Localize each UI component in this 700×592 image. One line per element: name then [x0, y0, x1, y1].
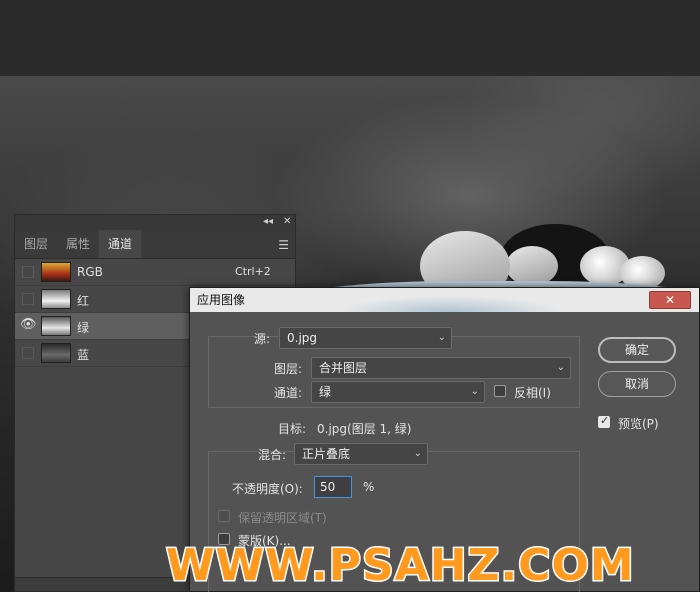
invert-label[interactable]: 反相(I)	[514, 384, 551, 401]
layer-label: 图层:	[274, 362, 303, 376]
layer-select[interactable]: 合并图层 ⌄	[311, 357, 571, 379]
target-value: 0.jpg(图层 1, 绿)	[317, 422, 412, 436]
channel-name: 红	[77, 294, 90, 308]
panel-header-strip: ◂◂ ✕	[15, 215, 295, 231]
collapse-icon[interactable]: ◂◂	[263, 216, 273, 227]
channel-thumbnail	[41, 343, 71, 363]
channel-thumbnail	[41, 289, 71, 309]
opacity-unit: %	[363, 480, 375, 494]
cancel-button[interactable]: 取消	[598, 371, 676, 397]
channel-value: 绿	[319, 385, 332, 399]
preserve-transparency-checkbox[interactable]	[218, 510, 230, 522]
channel-thumbnail	[41, 316, 71, 336]
source-select[interactable]: 0.jpg ⌄	[279, 327, 452, 349]
chevron-down-icon: ⌄	[556, 362, 565, 373]
opacity-input[interactable]: 50	[314, 476, 352, 498]
close-button[interactable]: ✕	[649, 291, 691, 309]
eye-icon[interactable]: 👁	[20, 317, 37, 332]
tab-properties[interactable]: 属性	[57, 230, 99, 258]
source-label: 源:	[254, 332, 271, 346]
panel-menu-icon[interactable]: ☰	[278, 238, 289, 252]
channel-name: 蓝	[77, 348, 90, 362]
tab-layers[interactable]: 图层	[15, 230, 57, 258]
preview-label[interactable]: 预览(P)	[618, 415, 659, 432]
channel-select[interactable]: 绿 ⌄	[311, 381, 485, 403]
blend-select[interactable]: 正片叠底 ⌄	[294, 443, 428, 465]
tab-channels[interactable]: 通道	[99, 230, 142, 258]
blend-value: 正片叠底	[302, 447, 351, 461]
visibility-toggle[interactable]	[22, 266, 34, 278]
channel-name: RGB	[77, 265, 103, 279]
photo-face	[506, 246, 558, 286]
chevron-down-icon: ⌄	[413, 448, 422, 459]
workspace-top-area	[0, 0, 700, 76]
close-icon[interactable]: ✕	[283, 216, 291, 227]
visibility-toggle[interactable]	[22, 347, 34, 359]
channel-row-rgb[interactable]: RGB Ctrl+2	[15, 259, 295, 286]
dialog-titlebar[interactable]: 应用图像 ✕	[190, 288, 699, 312]
channel-thumbnail	[41, 262, 71, 282]
layer-value: 合并图层	[319, 361, 368, 375]
chevron-down-icon: ⌄	[437, 332, 446, 343]
opacity-label: 不透明度(O):	[232, 482, 303, 496]
watermark-text: WWW.PSAHZ.COM	[165, 539, 636, 592]
chevron-down-icon: ⌄	[470, 386, 479, 397]
channel-name: 绿	[77, 321, 90, 335]
blend-label: 混合:	[258, 448, 287, 462]
ok-button[interactable]: 确定	[598, 337, 676, 363]
dialog-title: 应用图像	[197, 293, 246, 307]
target-label: 目标:	[278, 422, 307, 436]
panel-tabs: 图层 属性 通道 ☰	[15, 230, 295, 259]
visibility-toggle[interactable]	[22, 293, 34, 305]
invert-checkbox[interactable]	[494, 385, 506, 397]
preview-checkbox[interactable]	[598, 414, 610, 428]
channel-shortcut: Ctrl+2	[235, 265, 271, 278]
channel-label: 通道:	[274, 386, 303, 400]
preserve-transparency-label: 保留透明区域(T)	[238, 511, 327, 525]
source-value: 0.jpg	[287, 331, 318, 345]
